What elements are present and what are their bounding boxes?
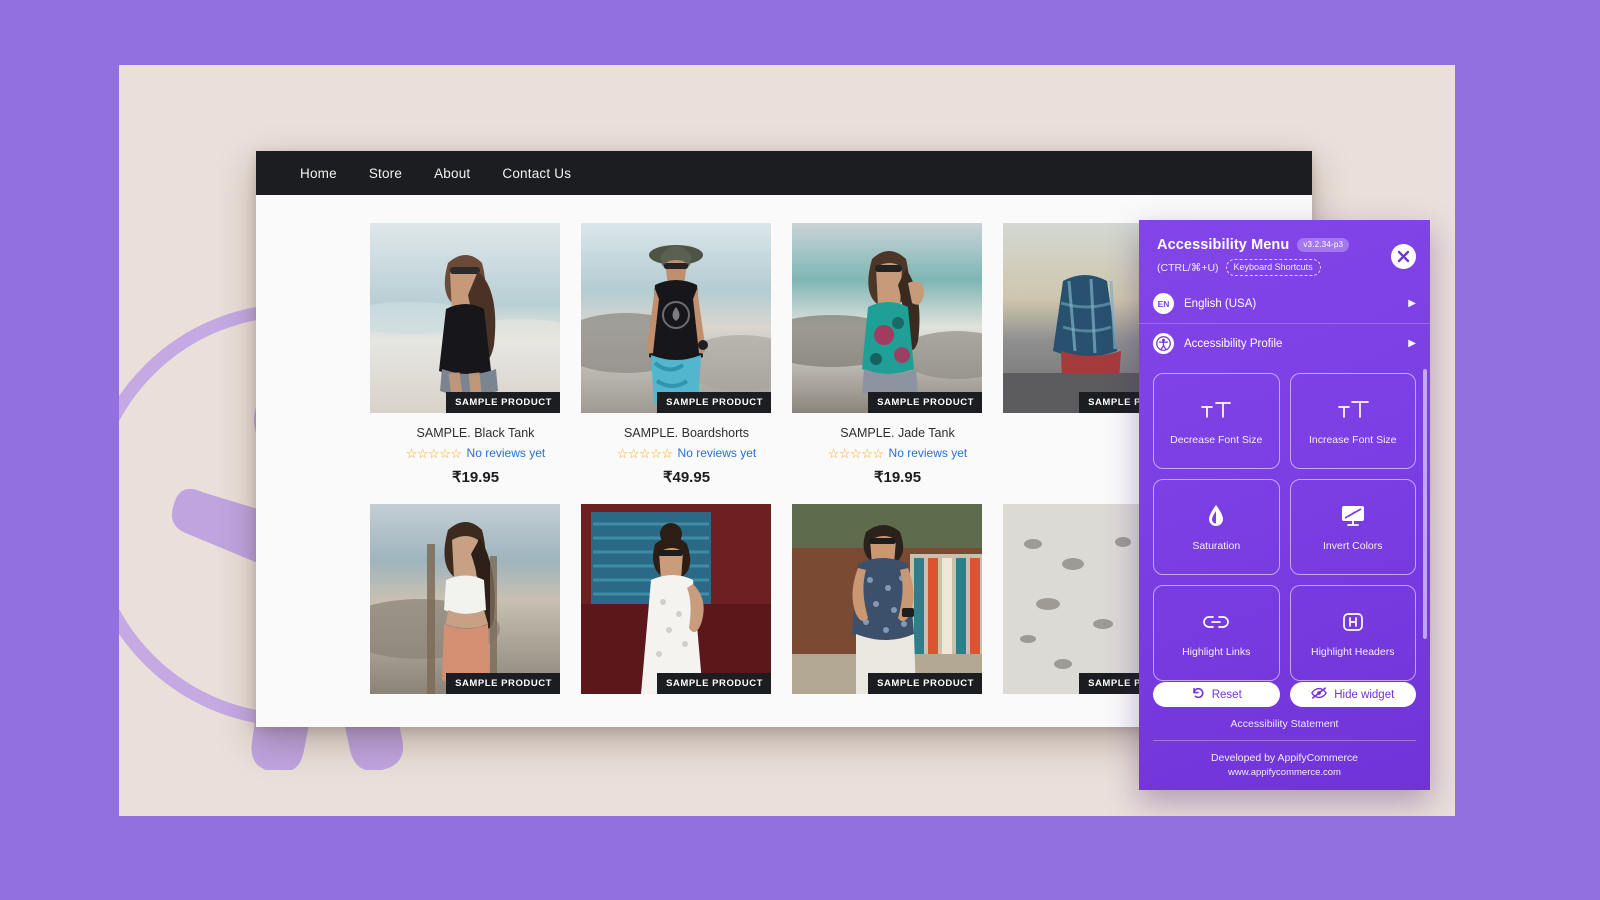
decrease-font-size-button[interactable]: Decrease Font Size: [1153, 373, 1280, 469]
product-title: SAMPLE. Black Tank: [416, 426, 535, 440]
increase-font-size-button[interactable]: Increase Font Size: [1289, 373, 1416, 469]
product-price: ₹49.95: [662, 469, 711, 486]
eye-slash-icon: [1311, 686, 1328, 703]
increase-font-size-icon: [1336, 397, 1370, 423]
product-thumbnail[interactable]: SAMPLE PRODUCT: [581, 223, 771, 413]
accessibility-statement-link[interactable]: Accessibility Statement: [1153, 718, 1416, 740]
product-rating[interactable]: ☆☆☆☆☆ No reviews yet: [370, 446, 581, 460]
star-rating-icon: ☆☆☆☆☆: [616, 445, 673, 461]
product-image-black-tank: [370, 223, 560, 413]
version-badge: v3.2.34-p3: [1297, 238, 1350, 252]
product-image-crop-top: [370, 504, 560, 694]
product-thumbnail[interactable]: SAMPLE PRODUCT: [792, 223, 982, 413]
reset-label: Reset: [1211, 688, 1242, 701]
product-card[interactable]: SAMPLE PRODUCT: [581, 504, 792, 712]
decrease-font-size-icon: [1199, 397, 1233, 423]
shortcut-row: (CTRL/⌘+U) Keyboard Shortcuts: [1157, 259, 1412, 276]
developer-name: Developed by AppifyCommerce: [1210, 752, 1359, 765]
link-icon: [1202, 609, 1230, 635]
hide-widget-label: Hide widget: [1334, 688, 1395, 701]
product-card[interactable]: SAMPLE PRODUCT SAMPLE. Boardshorts ☆☆☆☆☆…: [581, 223, 792, 504]
features-scroll-area[interactable]: Decrease Font Size Increase Font Size Sa…: [1139, 363, 1430, 682]
product-thumbnail[interactable]: SAMPLE PRODUCT: [792, 504, 982, 694]
product-card[interactable]: SAMPLE PRODUCT SAMPLE. Jade Tank ☆☆☆☆☆ N…: [792, 223, 1003, 504]
product-reviews-link[interactable]: No reviews yet: [678, 446, 757, 460]
hide-widget-button[interactable]: Hide widget: [1289, 682, 1416, 708]
product-image-boardshorts: [581, 223, 771, 413]
product-title: SAMPLE. Jade Tank: [840, 426, 955, 440]
nav-item-about[interactable]: About: [418, 166, 486, 181]
accessibility-person-icon: [1153, 333, 1174, 354]
star-rating-icon: ☆☆☆☆☆: [405, 445, 462, 461]
nav-item-store[interactable]: Store: [353, 166, 418, 181]
product-image-patterned-shirt-van: [792, 504, 982, 694]
product-card[interactable]: SAMPLE PRODUCT SAMPLE. Black Tank ☆☆☆☆☆ …: [370, 223, 581, 504]
panel-header: Accessibility Menu v3.2.34-p3 (CTRL/⌘+U)…: [1139, 220, 1430, 276]
product-price: ₹19.95: [451, 469, 500, 486]
star-rating-icon: ☆☆☆☆☆: [827, 445, 884, 461]
sample-product-badge: SAMPLE PRODUCT: [657, 392, 771, 413]
product-thumbnail[interactable]: SAMPLE PRODUCT: [370, 223, 560, 413]
feature-label: Saturation: [1192, 539, 1241, 552]
site-navbar: Home Store About Contact Us: [256, 151, 1312, 195]
product-image-jade-tank: [792, 223, 982, 413]
nav-item-contact-us[interactable]: Contact Us: [486, 166, 587, 181]
feature-label: Invert Colors: [1322, 539, 1383, 552]
chevron-right-icon: ▶: [1408, 298, 1416, 309]
panel-footer: Reset Hide widget Accessibility Statemen…: [1139, 682, 1430, 790]
product-card[interactable]: SAMPLE PRODUCT: [792, 504, 1003, 712]
language-selector-row[interactable]: EN English (USA) ▶: [1139, 284, 1430, 323]
panel-title: Accessibility Menu: [1157, 237, 1290, 253]
product-card[interactable]: SAMPLE PRODUCT: [370, 504, 581, 712]
accessibility-menu-panel: Accessibility Menu v3.2.34-p3 (CTRL/⌘+U)…: [1139, 220, 1430, 790]
close-icon[interactable]: [1391, 244, 1416, 269]
footer-buttons: Reset Hide widget: [1153, 682, 1416, 708]
nav-item-home[interactable]: Home: [284, 166, 353, 181]
highlight-links-button[interactable]: Highlight Links: [1153, 585, 1280, 681]
sample-product-badge: SAMPLE PRODUCT: [868, 673, 982, 694]
panel-scrollbar[interactable]: [1423, 369, 1427, 639]
developer-credit: Developed by AppifyCommerce www.appifyco…: [1153, 740, 1416, 790]
accessibility-profile-row[interactable]: Accessibility Profile ▶: [1139, 323, 1430, 363]
product-reviews-link[interactable]: No reviews yet: [889, 446, 968, 460]
feature-label: Highlight Headers: [1311, 645, 1395, 658]
feature-label: Highlight Links: [1182, 645, 1251, 658]
sample-product-badge: SAMPLE PRODUCT: [868, 392, 982, 413]
product-reviews-link[interactable]: No reviews yet: [467, 446, 546, 460]
chevron-right-icon: ▶: [1408, 338, 1416, 349]
product-rating[interactable]: ☆☆☆☆☆ No reviews yet: [581, 446, 792, 460]
droplet-icon: [1206, 503, 1226, 529]
keyboard-shortcuts-button[interactable]: Keyboard Shortcuts: [1225, 259, 1321, 276]
product-price: ₹19.95: [873, 469, 922, 486]
product-title: SAMPLE. Boardshorts: [623, 426, 750, 440]
invert-colors-button[interactable]: Invert Colors: [1289, 479, 1416, 575]
accessibility-profile-label: Accessibility Profile: [1184, 337, 1283, 350]
feature-label: Increase Font Size: [1308, 433, 1397, 446]
saturation-button[interactable]: Saturation: [1153, 479, 1280, 575]
monitor-invert-icon: [1340, 503, 1366, 529]
panel-selector-rows: EN English (USA) ▶ Accessibility Profile…: [1139, 276, 1430, 363]
product-rating[interactable]: ☆☆☆☆☆ No reviews yet: [792, 446, 1003, 460]
sample-product-badge: SAMPLE PRODUCT: [446, 673, 560, 694]
feature-label: Decrease Font Size: [1170, 433, 1263, 446]
sample-product-badge: SAMPLE PRODUCT: [657, 673, 771, 694]
sample-product-badge: SAMPLE PRODUCT: [446, 392, 560, 413]
panel-title-row: Accessibility Menu v3.2.34-p3: [1157, 237, 1412, 253]
presentation-card: Home Store About Contact Us SAMPLE PRODU…: [119, 65, 1455, 816]
features-grid: Decrease Font Size Increase Font Size Sa…: [1153, 373, 1416, 682]
product-thumbnail[interactable]: SAMPLE PRODUCT: [581, 504, 771, 694]
reset-arrow-icon: [1191, 686, 1205, 703]
shortcut-keys: (CTRL/⌘+U): [1157, 261, 1219, 274]
header-h-icon: [1341, 609, 1365, 635]
highlight-headers-button[interactable]: Highlight Headers: [1289, 585, 1416, 681]
language-icon: EN: [1153, 293, 1174, 314]
product-image-white-dress-van: [581, 504, 771, 694]
developer-url[interactable]: www.appifycommerce.com: [1153, 766, 1416, 780]
reset-button[interactable]: Reset: [1153, 682, 1280, 708]
language-label: English (USA): [1184, 297, 1257, 310]
product-thumbnail[interactable]: SAMPLE PRODUCT: [370, 504, 560, 694]
